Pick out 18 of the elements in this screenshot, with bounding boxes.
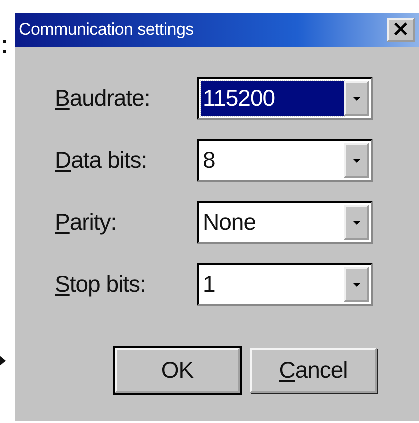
field-label: Stop bits:: [55, 271, 147, 298]
dropdown-field[interactable]: 1: [197, 263, 373, 306]
cancel-button[interactable]: Cancel: [250, 348, 377, 393]
caret-icon: [352, 158, 360, 162]
field-label: Parity:: [55, 209, 118, 236]
caret-icon: [352, 220, 360, 224]
caret-icon: [352, 282, 360, 286]
dropdown-field[interactable]: None: [197, 201, 373, 244]
ok-button[interactable]: OK: [115, 348, 240, 393]
window-title: Communication settings: [19, 20, 194, 40]
dropdown-field[interactable]: 115200: [197, 77, 373, 120]
field-label: Baudrate:: [55, 85, 152, 112]
caret-icon: [352, 96, 360, 100]
arrow-icon: [0, 356, 6, 366]
field-label: Data bits:: [55, 147, 148, 174]
close-button[interactable]: ×: [387, 18, 415, 42]
dropdown-field[interactable]: 8: [197, 139, 373, 182]
colon-icon: [3, 40, 7, 54]
